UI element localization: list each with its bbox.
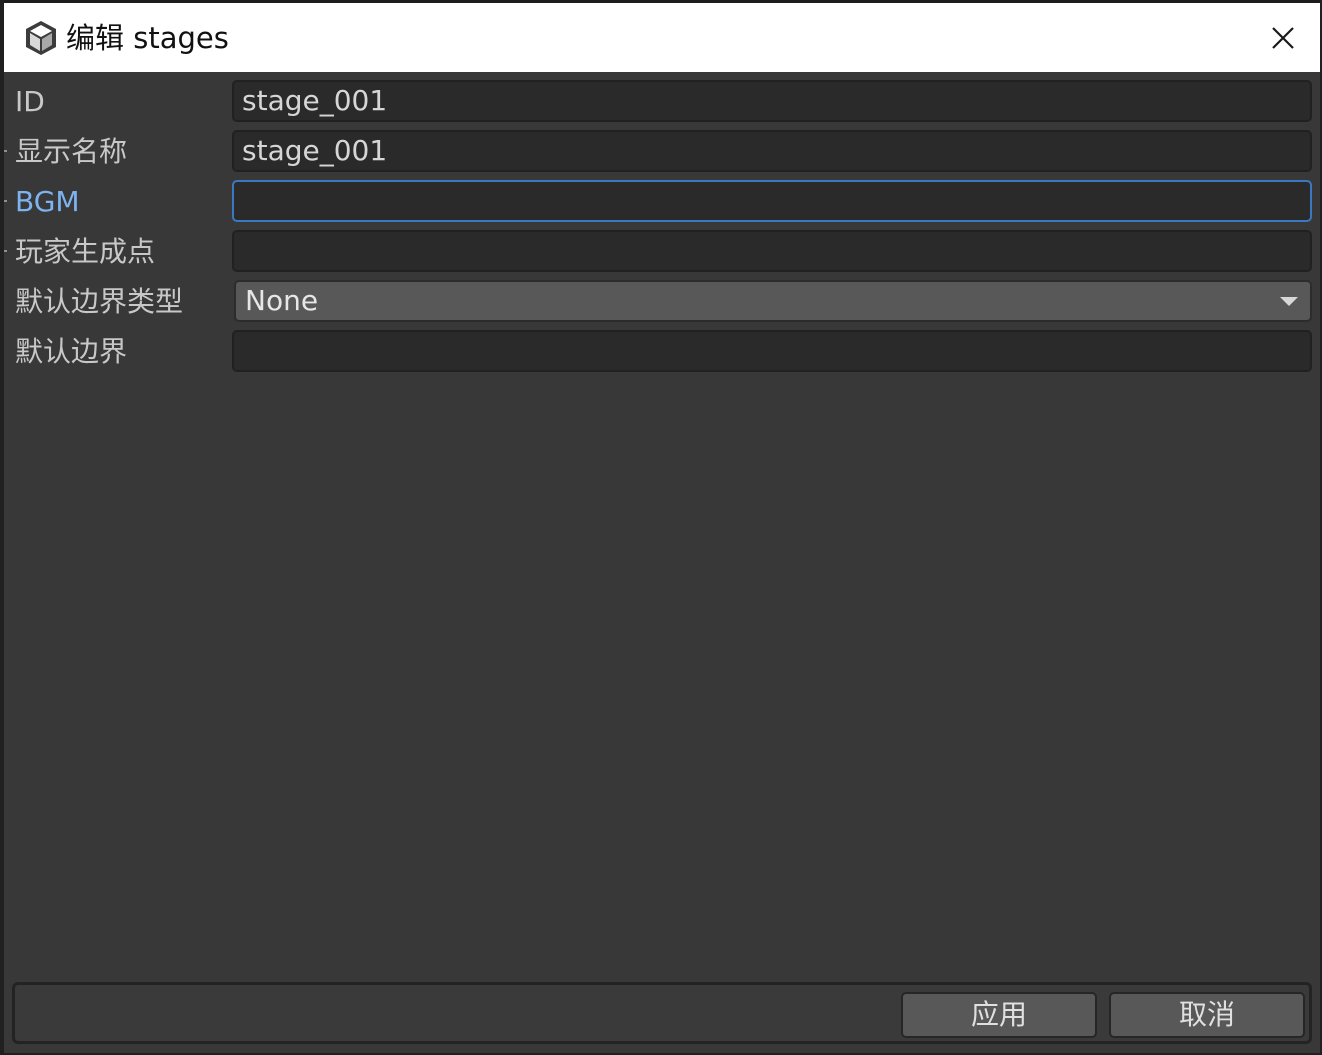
- field-row-default-bounds-type: 默认边界类型 None: [4, 278, 1320, 324]
- row-marker: [4, 200, 7, 202]
- title-bar[interactable]: 编辑 stages: [4, 0, 1320, 72]
- cancel-button[interactable]: 取消: [1109, 992, 1305, 1038]
- field-row-id: ID stage_001: [4, 78, 1320, 124]
- close-button[interactable]: [1260, 15, 1306, 61]
- dialog-footer: 应用 取消: [12, 982, 1312, 1044]
- field-label-default-bounds-type: 默认边界类型: [15, 285, 184, 318]
- row-marker: [4, 150, 7, 152]
- row-marker: [4, 250, 7, 252]
- window-title: 编辑 stages: [66, 21, 229, 55]
- apply-button[interactable]: 应用: [901, 992, 1097, 1038]
- field-label-default-bounds: 默认边界: [15, 335, 128, 368]
- field-label-id: ID: [15, 85, 45, 118]
- edit-dialog-window: 编辑 stages ID stage_001 显示名称 stage_001 BG…: [0, 0, 1322, 1055]
- dropdown-selected-value: None: [245, 284, 319, 317]
- chevron-down-icon: [1280, 297, 1298, 306]
- unity-cube-icon: [26, 21, 56, 55]
- default-bounds-type-dropdown[interactable]: None: [234, 280, 1312, 322]
- default-bounds-input[interactable]: [232, 330, 1312, 372]
- close-icon: [1272, 27, 1294, 49]
- field-label-bgm: BGM: [15, 185, 80, 218]
- id-input[interactable]: stage_001: [232, 80, 1312, 122]
- field-row-player-spawn: 玩家生成点: [4, 228, 1320, 274]
- field-label-display-name: 显示名称: [15, 135, 128, 168]
- bgm-input[interactable]: [232, 180, 1312, 222]
- field-row-bgm: BGM: [4, 178, 1320, 224]
- player-spawn-input[interactable]: [232, 230, 1312, 272]
- field-row-display-name: 显示名称 stage_001: [4, 128, 1320, 174]
- field-row-default-bounds: 默认边界: [4, 328, 1320, 374]
- field-label-player-spawn: 玩家生成点: [15, 235, 156, 268]
- display-name-input[interactable]: stage_001: [232, 130, 1312, 172]
